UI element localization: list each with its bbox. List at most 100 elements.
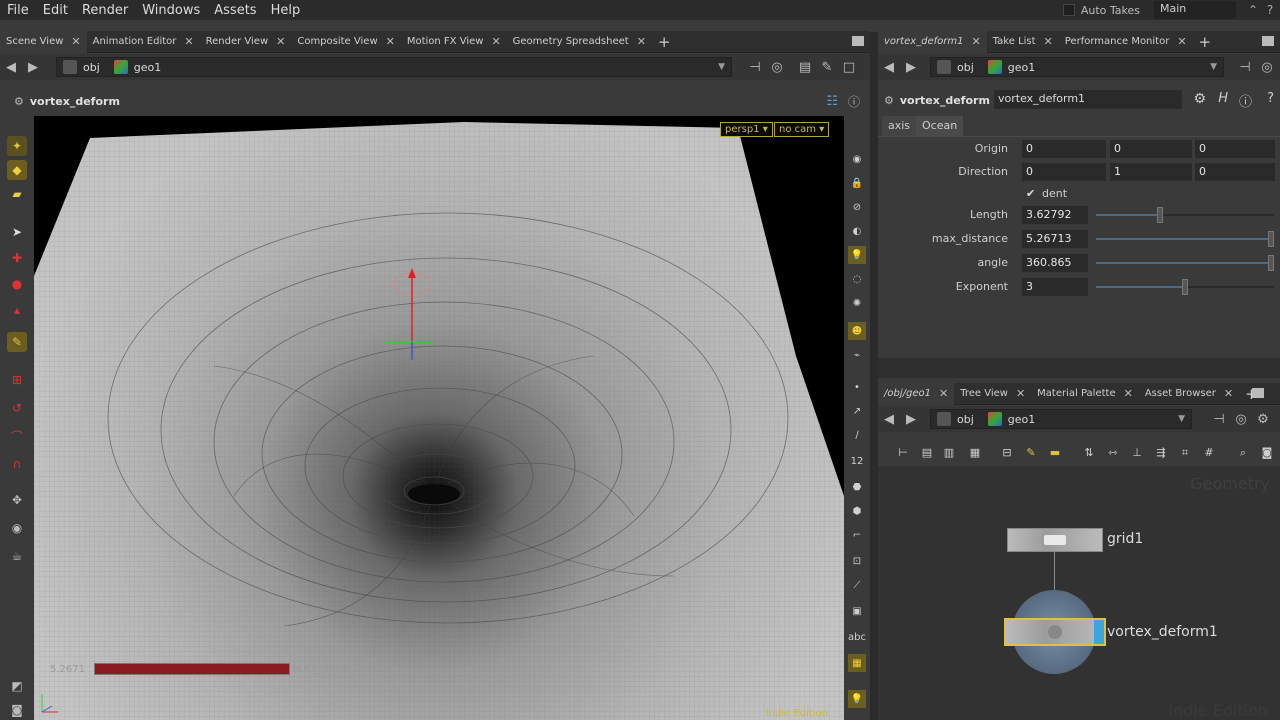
- path-obj[interactable]: obj: [957, 413, 974, 426]
- perspective-menu[interactable]: persp1 ▾: [720, 122, 773, 137]
- pane-menu-icon[interactable]: [1262, 36, 1274, 46]
- path-field[interactable]: obj geo1 ▼: [930, 57, 1224, 77]
- close-icon[interactable]: ✕: [276, 35, 285, 48]
- tab-take-list[interactable]: Take List ✕: [987, 31, 1059, 53]
- align-icon[interactable]: ⇅: [1082, 446, 1096, 460]
- text-abc-icon[interactable]: abc: [848, 628, 866, 646]
- tab-performance-monitor[interactable]: Performance Monitor ✕: [1059, 31, 1193, 53]
- close-icon[interactable]: ✕: [972, 35, 981, 48]
- gear-icon[interactable]: ⚙: [14, 95, 24, 108]
- close-icon[interactable]: ✕: [1124, 387, 1133, 400]
- tab-motion-fx-view[interactable]: Motion FX View ✕: [401, 31, 507, 53]
- list-icon[interactable]: ▤: [920, 446, 934, 460]
- close-icon[interactable]: ✕: [1224, 387, 1233, 400]
- tab-scene-view[interactable]: Scene View ✕: [0, 30, 87, 53]
- slider-knob[interactable]: [1157, 207, 1164, 223]
- tree-icon[interactable]: ⊢: [896, 446, 910, 460]
- exponent-field[interactable]: 3: [1022, 278, 1088, 296]
- flipbook-icon[interactable]: ◩: [7, 676, 27, 696]
- ghost-icon[interactable]: ☻: [848, 322, 866, 340]
- pose-icon[interactable]: ⌒: [7, 426, 27, 446]
- light-icon[interactable]: 💡: [848, 246, 866, 264]
- close-icon[interactable]: ✕: [637, 35, 646, 48]
- shading-icon[interactable]: ◐: [848, 222, 866, 240]
- network-editor[interactable]: Geometry Indie Edition grid1 vortex_defo…: [878, 466, 1280, 720]
- tab-tree-view[interactable]: Tree View ✕: [954, 383, 1031, 405]
- path-obj[interactable]: obj: [957, 61, 974, 74]
- desktop-selector[interactable]: Main: [1154, 1, 1236, 19]
- help-icon[interactable]: ?: [1263, 3, 1277, 17]
- chevron-down-icon[interactable]: ▼: [718, 62, 725, 72]
- slider-knob[interactable]: [1268, 231, 1274, 247]
- length-field[interactable]: 3.62792: [1022, 206, 1088, 224]
- pane-divider-h[interactable]: [878, 358, 1280, 378]
- eye-icon[interactable]: ◉: [848, 150, 866, 168]
- brush-tool-icon[interactable]: ▰: [7, 184, 27, 204]
- gear-icon[interactable]: ⚙: [1193, 91, 1206, 107]
- chevron-down-icon[interactable]: ▼: [1178, 414, 1185, 424]
- pin-icon[interactable]: ⊣: [1234, 60, 1256, 75]
- menu-help[interactable]: Help: [264, 3, 308, 18]
- back-arrow-icon[interactable]: ◀: [878, 412, 900, 427]
- connect-icon[interactable]: ⇿: [1106, 446, 1120, 460]
- snap-grid-icon[interactable]: ⌗: [1178, 446, 1192, 460]
- grid-icon[interactable]: ⊡: [848, 552, 866, 570]
- move-tool-icon[interactable]: ◆: [7, 160, 27, 180]
- normal-icon[interactable]: ↗: [848, 402, 866, 420]
- close-icon[interactable]: ✕: [1016, 387, 1025, 400]
- direction-x-field[interactable]: 0: [1022, 163, 1106, 181]
- tab-ocean[interactable]: Ocean: [916, 116, 964, 136]
- close-icon[interactable]: ✕: [386, 35, 395, 48]
- menu-render[interactable]: Render: [75, 3, 135, 18]
- sticky-note-icon[interactable]: ✎: [1024, 446, 1038, 460]
- menu-file[interactable]: File: [0, 3, 36, 18]
- tab-material-palette[interactable]: Material Palette ✕: [1031, 383, 1139, 405]
- forward-arrow-icon[interactable]: ▶: [900, 412, 922, 427]
- translate-icon[interactable]: ✚: [7, 248, 27, 268]
- close-icon[interactable]: ✕: [71, 35, 80, 48]
- slider-knob[interactable]: [1268, 255, 1274, 271]
- knife-icon[interactable]: ⟋: [848, 576, 866, 594]
- maxdist-slider[interactable]: [1096, 231, 1274, 247]
- number-icon[interactable]: 12: [848, 452, 866, 470]
- close-icon[interactable]: ✕: [184, 35, 193, 48]
- magnet-icon[interactable]: ⊞: [7, 370, 27, 390]
- maximize-icon[interactable]: □: [838, 60, 860, 75]
- lasso-icon[interactable]: ↺: [7, 398, 27, 418]
- gear-icon[interactable]: ⚙: [1252, 412, 1274, 427]
- preview-icon[interactable]: ◙: [1260, 446, 1274, 460]
- search-icon[interactable]: ⌕: [1236, 446, 1250, 460]
- origin-z-field[interactable]: 0: [1195, 140, 1275, 158]
- corner-icon[interactable]: ⌐: [848, 526, 866, 544]
- add-tab-plus-icon[interactable]: +: [652, 33, 677, 51]
- forward-arrow-icon[interactable]: ▶: [900, 60, 922, 75]
- node-vortex-deform1[interactable]: [1004, 618, 1106, 646]
- tab-asset-browser[interactable]: Asset Browser ✕: [1139, 383, 1239, 405]
- auto-takes-checkbox[interactable]: [1062, 4, 1075, 16]
- stamp-icon[interactable]: ⬢: [848, 502, 866, 520]
- close-icon[interactable]: ✕: [939, 387, 948, 400]
- close-icon[interactable]: ✕: [491, 35, 500, 48]
- pane-divider[interactable]: [870, 32, 878, 720]
- pin-icon[interactable]: ⊣: [744, 60, 766, 75]
- display-options-icon[interactable]: ✎: [816, 60, 838, 75]
- lock-icon[interactable]: 🔒: [848, 174, 866, 192]
- origin-y-field[interactable]: 0: [1110, 140, 1192, 158]
- snap-icon[interactable]: ∩: [7, 454, 27, 474]
- node-grid1[interactable]: [1007, 528, 1103, 552]
- pane-menu-icon[interactable]: [1252, 388, 1264, 398]
- length-slider[interactable]: [1096, 207, 1274, 223]
- viewport[interactable]: persp1 ▾ no cam ▾ 5.2671 HUD_Slider Indi…: [34, 116, 844, 720]
- select-tool-icon[interactable]: ✦: [7, 136, 27, 156]
- menu-windows[interactable]: Windows: [135, 3, 207, 18]
- path-geo[interactable]: geo1: [134, 61, 161, 74]
- path-geo[interactable]: geo1: [1008, 61, 1035, 74]
- rotate-icon[interactable]: ●: [7, 274, 27, 294]
- light-off-icon[interactable]: ◌: [848, 270, 866, 288]
- scale-icon[interactable]: ▴: [7, 300, 27, 320]
- pane-menu-icon[interactable]: [852, 36, 864, 46]
- bulb-icon[interactable]: 💡: [848, 690, 866, 708]
- camera-icon[interactable]: ◉: [7, 518, 27, 538]
- help-icon[interactable]: ⓘ: [848, 93, 860, 110]
- node-grid1-label[interactable]: grid1: [1107, 531, 1143, 547]
